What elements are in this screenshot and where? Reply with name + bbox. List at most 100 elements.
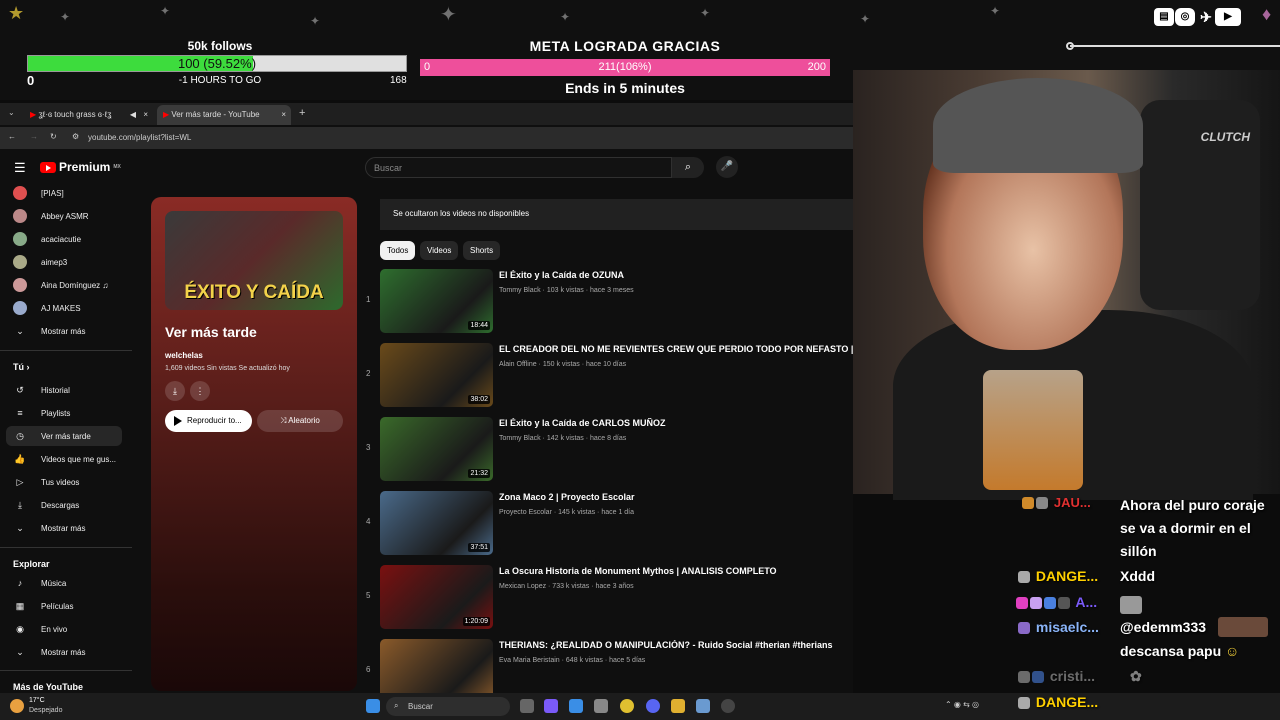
twitch-icon[interactable]: ▤ [1154,8,1174,26]
reload-icon[interactable]: ↻ [50,132,57,141]
app-icon[interactable] [569,699,583,713]
badge-icon [1018,622,1030,635]
video-title[interactable]: El Éxito y la Caída de CARLOS MUÑOZ [499,418,859,428]
logo-text: Premium [59,160,111,174]
playlist-thumbnail[interactable]: ÉXITO Y CAÍDA [165,211,343,310]
video-row[interactable]: 5 1:20:09 La Oscura Historia de Monument M… [366,565,853,631]
playlist-owner[interactable]: welchelas [165,351,203,360]
taskbar-search[interactable]: ⌕ Buscar [386,697,510,716]
follow-goal-bar: 100 (59.52%) [27,55,407,72]
chat-user: misaelc... [1035,619,1099,635]
sidebar-item-live[interactable]: ◉ En vivo [0,619,132,639]
tab-touch-grass[interactable]: ▶ ʓℓ·ɞ touch grass ɞ·ℓʓ ◀ × [24,105,152,125]
sidebar-item-acacia[interactable]: acaciacutie [0,229,132,249]
tray-icons[interactable]: ⌃ ◉ ⇆ ◎ [945,700,979,709]
sidebar-item-aina[interactable]: Aina Domínguez ♫ [0,275,132,295]
task-view-icon[interactable] [520,699,534,713]
video-title[interactable]: THERIANS: ¿REALIDAD O MANIPULACIÓN? - Ru… [499,640,859,650]
thumbs-up-icon: 👍 [14,454,26,464]
new-tab-icon[interactable]: + [299,107,305,119]
menu-icon[interactable]: ☰ [14,160,26,176]
twitter-icon[interactable]: ✈ [1196,8,1216,26]
chat-message: DANGE... [1018,694,1218,710]
app-icon[interactable] [696,699,710,713]
obs-icon[interactable] [721,699,735,713]
video-index: 1 [366,295,371,304]
sidebar-item-your-videos[interactable]: ▷ Tus videos [0,472,132,492]
sidebar-item-downloads[interactable]: ⤓ Descargas [0,495,132,515]
video-duration: 1:20:09 [462,617,490,626]
weather-desc: Despejado [29,707,63,714]
video-index: 3 [366,443,371,452]
sidebar-item-pias[interactable]: [PIAS] [0,183,132,203]
download-icon[interactable]: ⤓ [165,381,185,401]
back-icon[interactable]: ← [8,132,16,141]
sidebar-item-movies[interactable]: ▦ Películas [0,596,132,616]
badge-icon [1032,671,1044,684]
more-options-icon[interactable]: ⋮ [190,381,210,401]
sidebar-item-playlists[interactable]: ≡ Playlists [0,403,132,423]
sidebar-item-abbey[interactable]: Abbey ASMR [0,206,132,226]
badge-icon [1022,497,1034,510]
search-icon: ⌕ [394,701,399,710]
video-row[interactable]: 4 37:51 Zona Maco 2 | Proyecto Escolar Proy… [366,491,853,557]
video-thumbnail[interactable]: 37:51 [380,491,493,555]
chrome-icon[interactable] [620,699,634,713]
mic-icon[interactable]: 🎤 [716,156,738,178]
shuffle-button[interactable]: ⤨ Aleatorio [257,410,343,432]
sidebar-show-more-you[interactable]: ⌄ Mostrar más [0,518,132,538]
follow-goal-title: 50k follows [187,39,253,53]
sidebar-show-more-explore[interactable]: ⌄ Mostrar más [0,642,132,662]
tab-watch-later[interactable]: ▶ Ver más tarde - YouTube × [157,105,291,125]
meta-goal-title: META LOGRADA GRACIAS [529,38,721,54]
windows-start-icon[interactable] [366,699,380,713]
chevron-down-icon: ⌄ [16,647,24,657]
playlist-icon: ≡ [17,408,23,418]
sidebar-item-liked[interactable]: 👍 Videos que me gus... [0,449,132,469]
close-icon[interactable]: × [281,110,286,119]
video-title[interactable]: El Éxito y la Caída de OZUNA [499,270,859,280]
divider [0,350,132,351]
forward-icon[interactable]: → [30,132,38,141]
video-thumbnail[interactable]: 1:20:09 [380,565,493,629]
youtube-icon[interactable]: ▶ [1215,8,1241,26]
chip-all[interactable]: Todos [380,241,416,260]
video-thumbnail[interactable]: 21:32 [380,417,493,481]
instagram-icon[interactable]: ◎ [1175,8,1195,26]
search-icon[interactable]: ⌕ [672,157,704,178]
film-icon: ▦ [15,601,25,611]
video-title[interactable]: La Oscura Historia de Monument Mythos | … [499,566,859,576]
sidebar-item-ajmakes[interactable]: AJ MAKES [0,298,132,318]
video-row[interactable]: 1 18:44 El Éxito y la Caída de OZUNA Tommy … [366,269,853,335]
video-title[interactable]: Zona Maco 2 | Proyecto Escolar [499,492,859,502]
chip-videos[interactable]: Videos [420,241,459,260]
video-row[interactable]: 2 38:02 EL CREADOR DEL NO ME REVIENTES CRE… [366,343,859,409]
url-field[interactable]: youtube.com/playlist?list=WL [88,133,191,142]
section-label: Tú [13,362,24,372]
play-all-button[interactable]: Reproducir to... [165,410,252,432]
sidebar-item-music[interactable]: ♪ Música [0,573,132,593]
sidebar-item-aimep3[interactable]: aimep3 [0,252,132,272]
weather-icon[interactable] [10,699,24,713]
tab-bar: ⌄ ▶ ʓℓ·ɞ touch grass ɞ·ℓʓ ◀ × ▶ Ver más … [0,103,853,125]
video-thumbnail[interactable]: 18:44 [380,269,493,333]
youtube-icon: ▶ [30,110,37,119]
sidebar-item-watch-later[interactable]: ◷ Ver más tarde [6,426,122,446]
tab-list-icon[interactable]: ⌄ [8,108,15,117]
folder-icon[interactable] [671,699,685,713]
video-index: 6 [366,665,371,674]
chip-shorts[interactable]: Shorts [463,241,501,260]
sidebar-show-more[interactable]: ⌄ Mostrar más [0,321,132,341]
discord-icon[interactable] [646,699,660,713]
video-row[interactable]: 3 21:32 El Éxito y la Caída de CARLOS MUÑO… [366,417,853,483]
app-icon[interactable] [544,699,558,713]
site-info-icon[interactable]: ⚙ [72,132,79,141]
video-thumbnail[interactable]: 38:02 [380,343,493,407]
section-you[interactable]: Tú › [13,362,30,372]
sidebar-item-history[interactable]: ↺ Historial [0,380,132,400]
close-icon[interactable]: × [143,110,148,119]
settings-icon[interactable] [594,699,608,713]
search-input[interactable]: Buscar [365,157,672,178]
video-title[interactable]: EL CREADOR DEL NO ME REVIENTES CREW QUE … [499,344,859,354]
youtube-logo[interactable]: Premium MX [40,160,121,174]
